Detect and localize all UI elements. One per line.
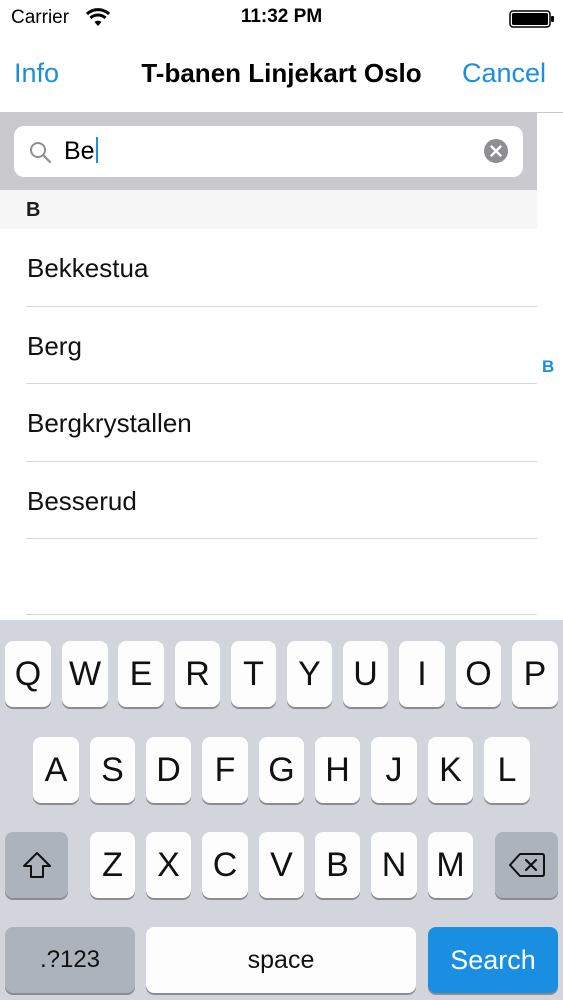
search-bar: Be bbox=[0, 113, 537, 190]
key-p[interactable]: P bbox=[512, 641, 558, 707]
delete-key[interactable] bbox=[495, 832, 558, 898]
key-t[interactable]: T bbox=[231, 641, 276, 707]
text-caret bbox=[95, 137, 98, 163]
key-j[interactable]: J bbox=[371, 737, 417, 803]
key-i[interactable]: I bbox=[399, 641, 445, 707]
key-e[interactable]: E bbox=[118, 641, 164, 707]
key-c[interactable]: C bbox=[202, 832, 248, 898]
status-bar: Carrier 11:32 PM bbox=[0, 0, 563, 36]
shift-key[interactable] bbox=[5, 832, 68, 898]
empty-row bbox=[0, 539, 537, 617]
list-item-label: Besserud bbox=[27, 485, 137, 516]
key-q[interactable]: Q bbox=[5, 641, 51, 707]
key-n[interactable]: N bbox=[371, 832, 417, 898]
shift-icon bbox=[22, 852, 51, 878]
results-list: Bekkestua Berg Bergkrystallen Besserud bbox=[0, 229, 537, 617]
section-header-label: B bbox=[26, 199, 41, 221]
space-key[interactable]: space bbox=[146, 927, 416, 993]
list-item-label: Bekkestua bbox=[27, 253, 149, 283]
clear-icon[interactable] bbox=[483, 138, 509, 164]
key-x[interactable]: X bbox=[146, 832, 191, 898]
delete-icon bbox=[508, 853, 545, 877]
cancel-button[interactable]: Cancel bbox=[462, 58, 546, 89]
key-r[interactable]: R bbox=[175, 641, 220, 707]
search-input-value: Be bbox=[64, 137, 98, 166]
navigation-bar: T-banen Linjekart Oslo Info Cancel bbox=[0, 36, 563, 113]
key-y[interactable]: Y bbox=[287, 641, 332, 707]
key-w[interactable]: W bbox=[62, 641, 108, 707]
key-z[interactable]: Z bbox=[90, 832, 135, 898]
key-b[interactable]: B bbox=[315, 832, 360, 898]
key-h[interactable]: H bbox=[315, 737, 360, 803]
key-o[interactable]: O bbox=[456, 641, 501, 707]
search-icon bbox=[30, 142, 52, 164]
key-u[interactable]: U bbox=[343, 641, 388, 707]
key-d[interactable]: D bbox=[146, 737, 191, 803]
section-header: B bbox=[0, 190, 537, 229]
list-item-label: Bergkrystallen bbox=[27, 408, 192, 438]
numbers-key[interactable]: .?123 bbox=[5, 927, 135, 993]
list-item[interactable]: Besserud bbox=[0, 462, 537, 540]
key-g[interactable]: G bbox=[259, 737, 304, 803]
key-v[interactable]: V bbox=[259, 832, 304, 898]
key-m[interactable]: M bbox=[428, 832, 473, 898]
key-a[interactable]: A bbox=[33, 737, 79, 803]
list-item[interactable]: Berg bbox=[0, 307, 537, 385]
key-s[interactable]: S bbox=[90, 737, 135, 803]
search-input[interactable]: Be bbox=[14, 126, 523, 177]
status-time: 11:32 PM bbox=[240, 6, 323, 27]
info-button[interactable]: Info bbox=[14, 58, 59, 89]
key-l[interactable]: L bbox=[484, 737, 530, 803]
list-item-label: Berg bbox=[27, 330, 82, 361]
section-index-item[interactable]: B bbox=[542, 357, 554, 377]
list-item[interactable]: Bergkrystallen bbox=[0, 384, 537, 462]
key-k[interactable]: K bbox=[428, 737, 473, 803]
battery-icon bbox=[509, 10, 554, 28]
key-f[interactable]: F bbox=[202, 737, 248, 803]
list-item[interactable]: Bekkestua bbox=[0, 229, 537, 307]
keyboard: Q W E R T Y U I O P A S D F G H J K L Z … bbox=[0, 620, 563, 1000]
search-key[interactable]: Search bbox=[428, 927, 558, 993]
